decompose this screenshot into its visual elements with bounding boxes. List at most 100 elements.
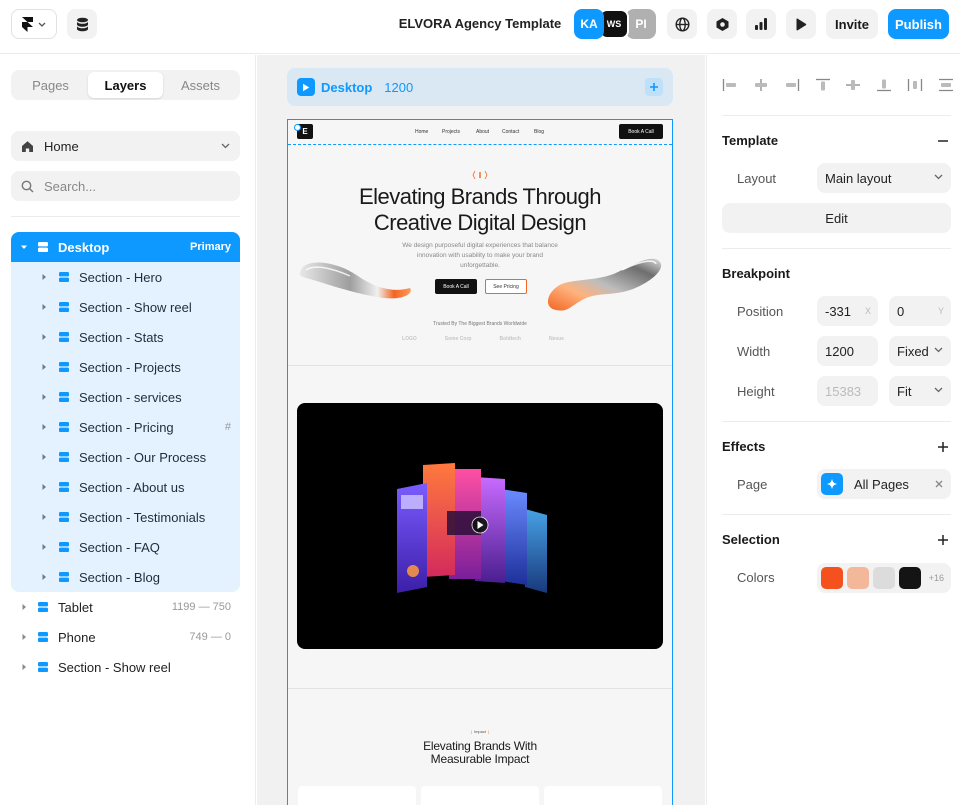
layer-item[interactable]: Section - Blog	[11, 562, 240, 592]
hero-see-pricing-button[interactable]: See Pricing	[485, 279, 527, 294]
plugins-button[interactable]	[707, 9, 737, 39]
caret-right-icon[interactable]	[40, 363, 48, 371]
tab-assets[interactable]: Assets	[163, 72, 238, 98]
nav-link-projects[interactable]: Projects	[442, 129, 460, 135]
analytics-button[interactable]	[746, 9, 776, 39]
hero-title-line-2: Creative Digital Design	[373, 210, 587, 235]
add-breakpoint-button[interactable]	[645, 78, 663, 96]
position-x-value: -331	[825, 303, 852, 319]
distribute-horizontal-icon[interactable]	[907, 78, 923, 92]
layer-item[interactable]: Section - Our Process	[11, 442, 240, 472]
align-left-icon[interactable]	[722, 78, 738, 92]
invite-button[interactable]: Invite	[826, 9, 878, 39]
desktop-frame[interactable]: E Home Projects About Contact Blog Book …	[287, 119, 673, 805]
color-swatch[interactable]	[873, 567, 895, 589]
chevron-down-icon	[934, 387, 943, 393]
align-center-horizontal-icon[interactable]	[753, 78, 769, 92]
layer-item[interactable]: Phone 749 — 0	[11, 622, 240, 652]
hero-3d-shape-right	[547, 258, 662, 311]
caret-right-icon[interactable]	[40, 303, 48, 311]
minus-icon[interactable]	[937, 135, 949, 147]
cms-database-button[interactable]	[67, 9, 97, 39]
framer-menu-button[interactable]	[11, 9, 57, 39]
tab-pages[interactable]: Pages	[13, 72, 88, 98]
align-right-icon[interactable]	[784, 78, 800, 92]
plus-icon[interactable]	[937, 441, 949, 453]
caret-down-icon[interactable]	[20, 243, 28, 251]
layer-item[interactable]: Section - Show reel	[11, 652, 240, 682]
showreel-video[interactable]	[297, 403, 663, 649]
layer-item[interactable]: Section - About us	[11, 472, 240, 502]
layer-item[interactable]: Section - Projects	[11, 352, 240, 382]
brand-logo: Nexus	[548, 336, 564, 342]
caret-right-icon[interactable]	[40, 543, 48, 551]
page-select[interactable]: Home	[11, 131, 240, 161]
layer-item[interactable]: Section - FAQ	[11, 532, 240, 562]
layer-item[interactable]: Tablet 1199 — 750	[11, 592, 240, 622]
align-center-vertical-icon[interactable]	[845, 78, 861, 92]
align-top-icon[interactable]	[815, 78, 831, 92]
nav-link-about[interactable]: About	[476, 129, 489, 135]
layer-item[interactable]: Section - services	[11, 382, 240, 412]
layout-select[interactable]: Main layout	[817, 163, 951, 193]
close-icon[interactable]	[935, 480, 943, 488]
layer-item[interactable]: Section - Hero	[11, 262, 240, 292]
color-swatch[interactable]	[899, 567, 921, 589]
plus-icon[interactable]	[937, 534, 949, 546]
caret-right-icon[interactable]	[40, 513, 48, 521]
breakpoint-header[interactable]: Desktop 1200	[287, 68, 673, 106]
layer-desktop[interactable]: Desktop Primary	[11, 232, 240, 262]
site-settings-button[interactable]	[667, 9, 697, 39]
impact-title-line-2: Measurable Impact	[430, 752, 530, 766]
height-label: Height	[737, 384, 775, 399]
layer-item[interactable]: Section - Pricing #	[11, 412, 240, 442]
caret-right-icon[interactable]	[40, 453, 48, 461]
caret-right-icon[interactable]	[40, 423, 48, 431]
canvas[interactable]: Desktop 1200 E Home Projects About Conta…	[257, 55, 705, 805]
distribute-vertical-icon[interactable]	[938, 78, 954, 92]
align-bottom-icon[interactable]	[876, 78, 892, 92]
caret-right-icon[interactable]	[40, 483, 48, 491]
position-x-input[interactable]: -331 X	[817, 296, 878, 326]
color-swatch[interactable]	[821, 567, 843, 589]
nav-link-home[interactable]: Home	[415, 129, 428, 135]
site-navbar[interactable]: E Home Projects About Contact Blog Book …	[288, 120, 672, 145]
caret-right-icon[interactable]	[40, 273, 48, 281]
tab-layers[interactable]: Layers	[88, 72, 163, 98]
chevron-down-icon	[934, 174, 943, 180]
layer-item[interactable]: Section - Stats	[11, 322, 240, 352]
caret-right-icon[interactable]	[20, 663, 28, 671]
avatar-pi[interactable]: PI	[626, 9, 656, 39]
layer-item[interactable]: Section - Show reel	[11, 292, 240, 322]
effects-page-select[interactable]: All Pages	[817, 469, 951, 499]
bar-chart-icon	[755, 18, 767, 30]
selection-handle[interactable]	[294, 124, 301, 131]
preview-breakpoint-button[interactable]	[297, 78, 315, 96]
chevron-down-icon	[38, 22, 46, 27]
page-select-value: Home	[44, 138, 79, 154]
edit-template-button[interactable]: Edit	[722, 203, 951, 233]
caret-right-icon[interactable]	[40, 573, 48, 581]
color-swatch[interactable]	[847, 567, 869, 589]
avatar-ka[interactable]: KA	[574, 9, 604, 39]
nav-cta-button[interactable]: Book A Call	[619, 124, 663, 139]
position-y-input[interactable]: 0 Y	[889, 296, 951, 326]
colors-more-count[interactable]: +16	[929, 573, 944, 583]
width-mode-select[interactable]: Fixed	[889, 336, 951, 366]
nav-link-contact[interactable]: Contact	[502, 129, 519, 135]
layer-item[interactable]: Section - Testimonials	[11, 502, 240, 532]
preview-button[interactable]	[786, 9, 816, 39]
height-mode-select[interactable]: Fit	[889, 376, 951, 406]
search-input[interactable]	[44, 178, 224, 194]
caret-right-icon[interactable]	[40, 333, 48, 341]
publish-button[interactable]: Publish	[888, 9, 949, 39]
caret-right-icon[interactable]	[20, 603, 28, 611]
database-icon	[76, 17, 88, 31]
nav-link-blog[interactable]: Blog	[534, 129, 544, 135]
width-input[interactable]: 1200	[817, 336, 878, 366]
hero-book-call-button[interactable]: Book A Call	[435, 279, 477, 294]
stack-icon	[38, 632, 48, 642]
desktop-layer-group: Desktop Primary Section - Hero Section - Sh…	[11, 232, 240, 592]
caret-right-icon[interactable]	[20, 633, 28, 641]
caret-right-icon[interactable]	[40, 393, 48, 401]
